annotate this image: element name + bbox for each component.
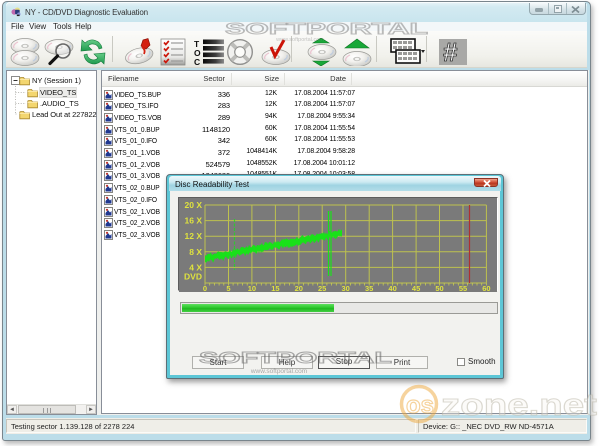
- svg-text:30: 30: [342, 284, 350, 292]
- svg-text:12 X: 12 X: [185, 231, 203, 241]
- svg-text:20 X: 20 X: [185, 200, 203, 210]
- svg-text:5: 5: [226, 284, 230, 292]
- svg-text:20: 20: [295, 284, 303, 292]
- svg-text:#: #: [443, 38, 458, 66]
- svg-text:55: 55: [459, 284, 467, 292]
- svg-text:C: C: [194, 57, 200, 66]
- svg-text:50: 50: [435, 284, 443, 292]
- svg-text:35: 35: [365, 284, 373, 292]
- svg-text:16 X: 16 X: [185, 216, 203, 226]
- svg-text:10: 10: [248, 284, 256, 292]
- svg-text:DVD: DVD: [184, 272, 202, 282]
- svg-text:60: 60: [482, 284, 490, 292]
- svg-text:15: 15: [271, 284, 279, 292]
- svg-text:25: 25: [318, 284, 326, 292]
- svg-text:8 X: 8 X: [189, 247, 202, 257]
- svg-text:40: 40: [388, 284, 396, 292]
- svg-text:45: 45: [412, 284, 420, 292]
- svg-text:0: 0: [203, 284, 207, 292]
